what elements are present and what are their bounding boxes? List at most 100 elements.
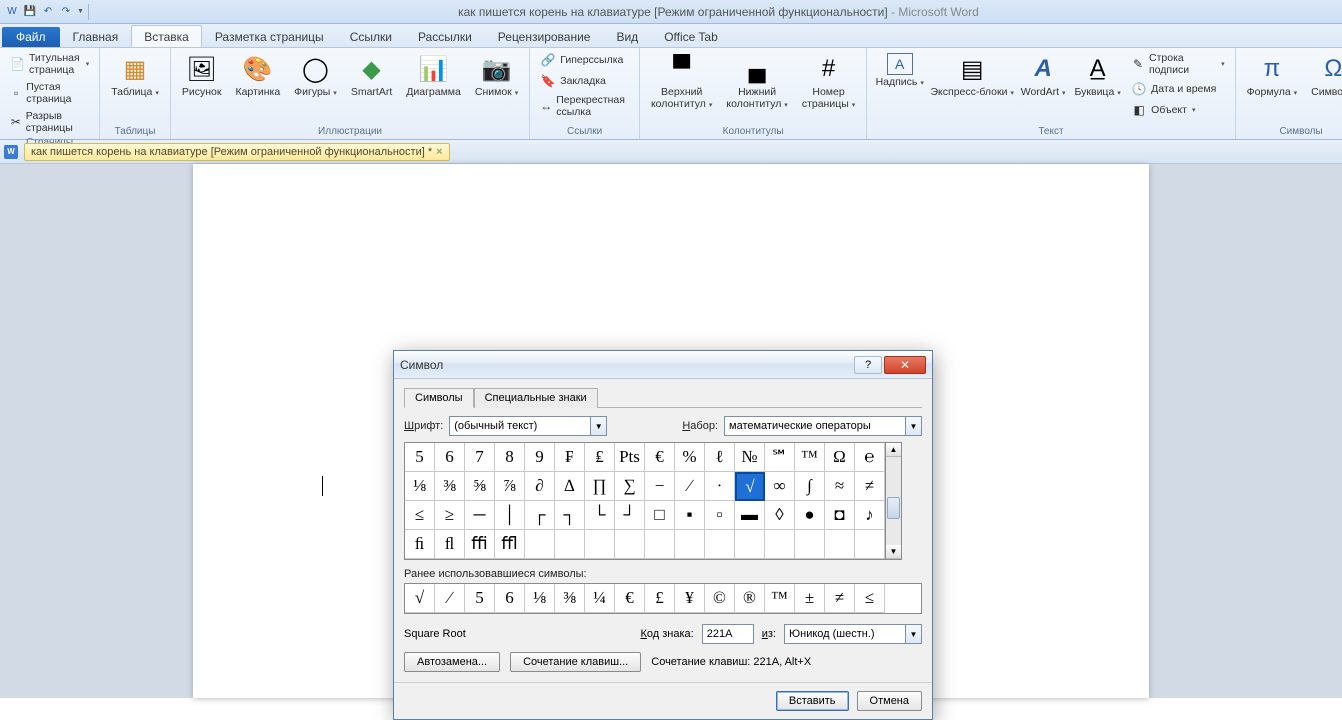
symbol-cell[interactable]: −: [645, 472, 675, 501]
symbol-cell[interactable]: ⅞: [495, 472, 525, 501]
symbol-cell[interactable]: [555, 530, 585, 559]
symbol-cell[interactable]: ▪: [675, 501, 705, 530]
tab-page-layout[interactable]: Разметка страницы: [202, 25, 337, 47]
chart-button[interactable]: 📊Диаграмма: [401, 50, 466, 102]
shortcut-key-button[interactable]: Сочетание клавиш...: [510, 652, 641, 672]
symbol-cell[interactable]: ℠: [765, 443, 795, 472]
font-input[interactable]: [450, 417, 590, 435]
symbol-cell[interactable]: ﬄ: [495, 530, 525, 559]
symbol-cell[interactable]: ≥: [435, 501, 465, 530]
symbol-cell[interactable]: [735, 530, 765, 559]
footer-button[interactable]: ▄Нижний колонтитул ▾: [721, 50, 792, 113]
symbol-cell[interactable]: ∕: [675, 472, 705, 501]
screenshot-button[interactable]: 📷Снимок ▾: [470, 50, 523, 102]
tab-insert[interactable]: Вставка: [131, 25, 202, 47]
autocorrect-button[interactable]: Автозамена...: [404, 652, 500, 672]
close-tab-icon[interactable]: ×: [436, 146, 442, 158]
symbol-scrollbar[interactable]: ▲ ▼: [886, 442, 902, 560]
symbol-cell[interactable]: 5: [405, 443, 435, 472]
symbol-cell[interactable]: 6: [435, 443, 465, 472]
save-icon[interactable]: 💾: [22, 4, 38, 20]
tab-references[interactable]: Ссылки: [337, 25, 405, 47]
symbol-cell[interactable]: %: [675, 443, 705, 472]
symbol-cell[interactable]: ∙: [705, 472, 735, 501]
symbol-cell[interactable]: ≈: [825, 472, 855, 501]
cross-reference-button[interactable]: ↔Перекрестная ссылка: [536, 92, 633, 120]
object-button[interactable]: ◧Объект▾: [1127, 100, 1229, 120]
font-combo[interactable]: ▼: [449, 416, 607, 436]
clipart-button[interactable]: 🎨Картинка: [230, 50, 285, 102]
recent-symbol-cell[interactable]: ®: [735, 584, 765, 613]
tab-view[interactable]: Вид: [603, 25, 651, 47]
help-button[interactable]: ?: [854, 356, 882, 374]
quickparts-button[interactable]: ▤Экспресс-блоки ▾: [930, 50, 1014, 102]
recent-symbol-cell[interactable]: ⅜: [555, 584, 585, 613]
scroll-down-icon[interactable]: ▼: [886, 545, 901, 559]
recent-symbol-cell[interactable]: √: [405, 584, 435, 613]
symbol-cell[interactable]: [795, 530, 825, 559]
recent-symbol-cell[interactable]: 6: [495, 584, 525, 613]
symbol-cell[interactable]: ∆: [555, 472, 585, 501]
symbol-cell[interactable]: ∑: [615, 472, 645, 501]
symbol-cell[interactable]: ℮: [855, 443, 885, 472]
recent-symbol-cell[interactable]: ≠: [825, 584, 855, 613]
symbol-cell[interactable]: ₤: [585, 443, 615, 472]
symbol-cell[interactable]: □: [645, 501, 675, 530]
symbol-cell[interactable]: ⅜: [435, 472, 465, 501]
symbol-cell[interactable]: [855, 530, 885, 559]
recent-symbol-cell[interactable]: ¥: [675, 584, 705, 613]
insert-button[interactable]: Вставить: [776, 691, 849, 711]
symbol-cell[interactable]: 8: [495, 443, 525, 472]
symbol-cell[interactable]: ◘: [825, 501, 855, 530]
symbol-cell[interactable]: Pts: [615, 443, 645, 472]
redo-icon[interactable]: ↷: [58, 4, 74, 20]
close-button[interactable]: ✕: [884, 356, 926, 374]
recent-symbol-cell[interactable]: €: [615, 584, 645, 613]
symbol-button[interactable]: ΩСимвол ▾: [1306, 50, 1342, 102]
cancel-button[interactable]: Отмена: [857, 691, 922, 711]
symbol-cell[interactable]: ∞: [765, 472, 795, 501]
symbol-cell[interactable]: ─: [465, 501, 495, 530]
symbol-cell[interactable]: ●: [795, 501, 825, 530]
tab-special-chars[interactable]: Специальные знаки: [474, 388, 598, 408]
symbol-cell[interactable]: [615, 530, 645, 559]
picture-button[interactable]: 🖼Рисунок: [177, 50, 227, 102]
datetime-button[interactable]: 🕓Дата и время: [1127, 79, 1229, 99]
chevron-down-icon[interactable]: ▼: [905, 417, 921, 435]
chevron-down-icon[interactable]: ▼: [590, 417, 606, 435]
recent-symbol-cell[interactable]: 5: [465, 584, 495, 613]
recent-symbol-cell[interactable]: ≤: [855, 584, 885, 613]
symbol-cell[interactable]: ∫: [795, 472, 825, 501]
recent-symbol-cell[interactable]: ©: [705, 584, 735, 613]
symbol-cell[interactable]: ♪: [855, 501, 885, 530]
symbol-cell[interactable]: ≤: [405, 501, 435, 530]
symbol-cell[interactable]: ≠: [855, 472, 885, 501]
document-tab[interactable]: как пишется корень на клавиатуре [Режим …: [24, 143, 450, 161]
from-combo[interactable]: ▼: [784, 624, 922, 644]
symbol-cell[interactable]: ┐: [555, 501, 585, 530]
symbol-cell[interactable]: [765, 530, 795, 559]
wordart-button[interactable]: AWordArt ▾: [1018, 50, 1068, 102]
dropcap-button[interactable]: A̲Буквица ▾: [1072, 50, 1123, 102]
recent-symbol-cell[interactable]: ¼: [585, 584, 615, 613]
recent-symbol-cell[interactable]: ™: [765, 584, 795, 613]
scroll-track[interactable]: [886, 457, 901, 545]
symbol-cell[interactable]: ﬂ: [435, 530, 465, 559]
symbol-cell[interactable]: 9: [525, 443, 555, 472]
symbol-cell[interactable]: ▫: [705, 501, 735, 530]
tab-mailings[interactable]: Рассылки: [405, 25, 485, 47]
bookmark-button[interactable]: 🔖Закладка: [536, 71, 633, 91]
chevron-down-icon[interactable]: ▼: [905, 625, 921, 643]
recent-symbol-cell[interactable]: ∕: [435, 584, 465, 613]
subset-combo[interactable]: ▼: [724, 416, 922, 436]
symbol-cell[interactable]: №: [735, 443, 765, 472]
symbol-cell[interactable]: │: [495, 501, 525, 530]
header-button[interactable]: ▀Верхний колонтитул ▾: [646, 50, 717, 113]
symbol-cell[interactable]: ⅝: [465, 472, 495, 501]
symbol-cell[interactable]: ⅛: [405, 472, 435, 501]
tab-file[interactable]: Файл: [2, 27, 60, 47]
subset-input[interactable]: [725, 417, 905, 435]
tab-review[interactable]: Рецензирование: [485, 25, 604, 47]
symbol-cell[interactable]: 7: [465, 443, 495, 472]
hyperlink-button[interactable]: 🔗Гиперссылка: [536, 50, 633, 70]
